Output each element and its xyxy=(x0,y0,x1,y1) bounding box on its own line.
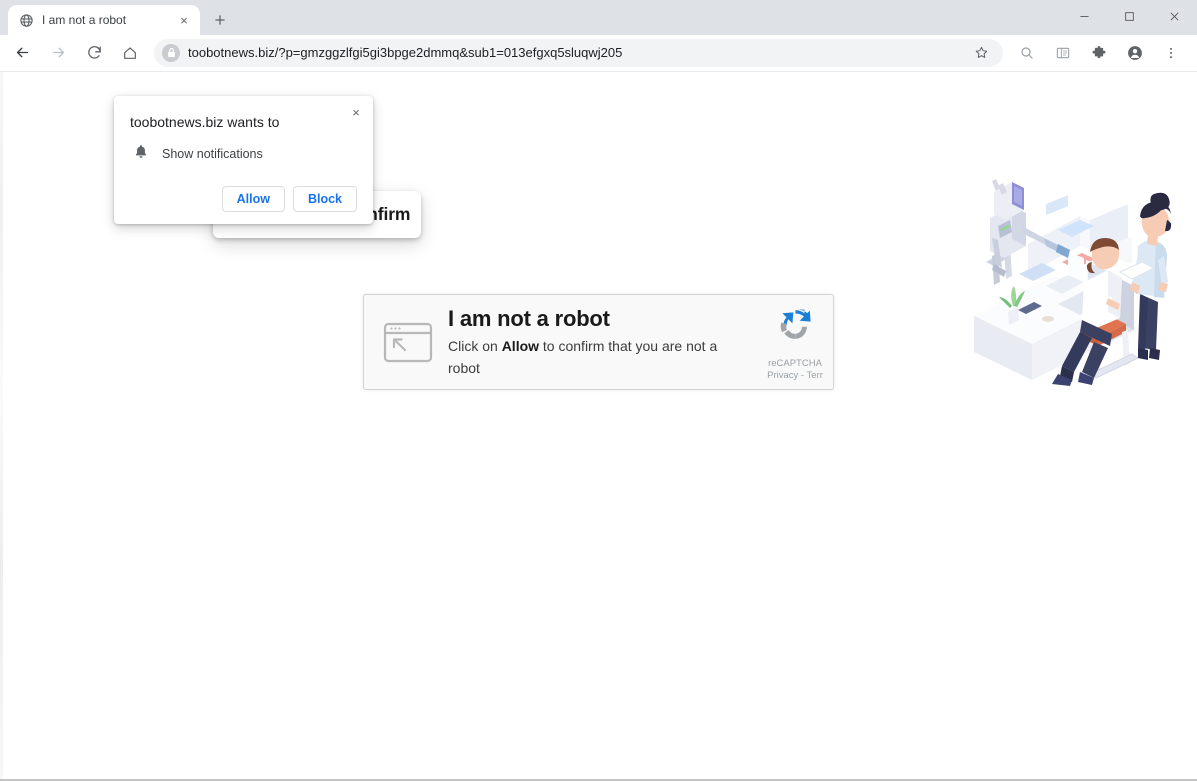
permission-dialog-actions: Allow Block xyxy=(130,186,357,212)
forward-button[interactable] xyxy=(44,39,72,67)
browser-window: I am not a robot × toobotnews.biz/?p=gmz… xyxy=(0,0,1197,781)
bell-icon xyxy=(134,144,148,164)
notification-permission-dialog: × toobotnews.biz wants to Show notificat… xyxy=(114,96,373,224)
zoom-magnifier-icon[interactable] xyxy=(1013,39,1041,67)
window-controls xyxy=(1062,0,1197,32)
puzzle-piece-icon[interactable] xyxy=(1085,39,1113,67)
maximize-button[interactable] xyxy=(1107,0,1152,32)
recaptcha-branding: reCAPTCHA Privacy - Terr xyxy=(757,303,833,382)
permission-dialog-title: toobotnews.biz wants to xyxy=(130,114,280,130)
browser-window-cursor-icon xyxy=(382,321,434,363)
recaptcha-brand-links[interactable]: Privacy - Terr xyxy=(767,370,823,382)
url-text: toobotnews.biz/?p=gmzggzlfgi5gi3bpge2dmm… xyxy=(188,44,623,60)
browser-toolbar: toobotnews.biz/?p=gmzggzlfgi5gi3bpge2dmm… xyxy=(0,35,1197,71)
avatar-icon[interactable] xyxy=(1121,39,1149,67)
allow-button[interactable]: Allow xyxy=(221,186,285,212)
close-button[interactable] xyxy=(1152,0,1197,32)
captcha-subtitle: Click on Allow to confirm that you are n… xyxy=(448,335,751,379)
office-robot-workers-illustration xyxy=(962,134,1190,386)
lock-icon xyxy=(162,43,180,62)
captcha-text-block: I am not a robot Click on Allow to confi… xyxy=(448,305,751,379)
tab-title: I am not a robot xyxy=(42,13,127,27)
recaptcha-logo xyxy=(772,303,818,354)
home-button[interactable] xyxy=(116,39,144,67)
globe-icon xyxy=(18,12,34,28)
permission-request-label: Show notifications xyxy=(162,147,263,161)
omnibox-actions xyxy=(965,41,993,65)
address-bar[interactable]: toobotnews.biz/?p=gmzggzlfgi5gi3bpge2dmm… xyxy=(154,38,1003,67)
captcha-subtitle-bold: Allow xyxy=(501,338,540,354)
close-icon[interactable]: × xyxy=(346,102,366,122)
tab-close-icon[interactable]: × xyxy=(176,12,192,28)
back-button[interactable] xyxy=(8,39,36,67)
page-edge-artifact xyxy=(0,72,3,781)
page-viewport: I am not a robot Click on Allow to confi… xyxy=(0,71,1197,781)
star-icon[interactable] xyxy=(969,41,993,65)
three-dot-menu-icon[interactable] xyxy=(1157,39,1185,67)
minimize-button[interactable] xyxy=(1062,0,1107,32)
captcha-subtitle-before: Click on xyxy=(448,338,502,354)
block-button[interactable]: Block xyxy=(292,186,357,212)
fake-recaptcha-widget[interactable]: I am not a robot Click on Allow to confi… xyxy=(363,294,834,390)
new-tab-button[interactable] xyxy=(206,6,234,34)
reading-mode-icon[interactable] xyxy=(1049,39,1077,67)
permission-request-row: Show notifications xyxy=(130,144,357,164)
tab-strip: I am not a robot × xyxy=(0,0,1197,35)
recaptcha-brand-name: reCAPTCHA xyxy=(768,357,822,369)
browser-tab[interactable]: I am not a robot × xyxy=(8,5,200,35)
reload-button[interactable] xyxy=(80,39,108,67)
captcha-title: I am not a robot xyxy=(448,306,610,331)
